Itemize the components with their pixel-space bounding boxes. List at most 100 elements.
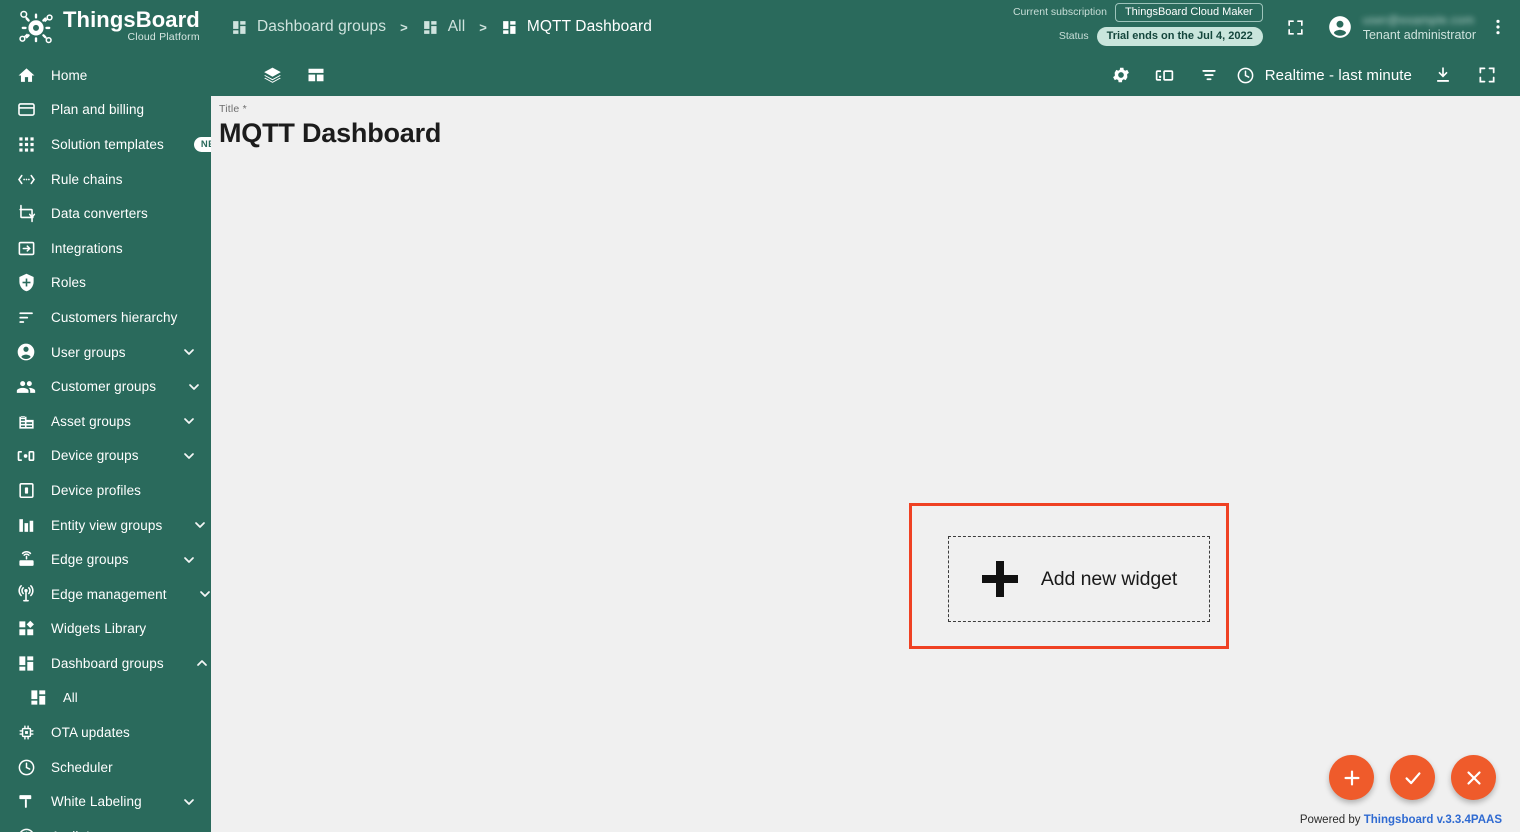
sidebar-item-integrations[interactable]: Integrations xyxy=(0,231,211,266)
breadcrumb: Dashboard groups > All > MQTT Dashboard xyxy=(231,18,652,36)
dashboard-toolbar: Realtime - last minute xyxy=(211,54,1520,96)
manage-states-icon[interactable] xyxy=(1148,58,1182,92)
sidebar-item-white-labeling[interactable]: White Labeling xyxy=(0,784,211,819)
sidebar-item-label: All xyxy=(63,690,78,706)
breadcrumb-label: All xyxy=(447,18,466,35)
chip-icon xyxy=(16,723,36,743)
breadcrumb-label: Dashboard groups xyxy=(257,18,387,35)
user-icon xyxy=(16,342,36,362)
sidebar-item-customers-hierarchy[interactable]: Customers hierarchy xyxy=(0,300,211,335)
dashboard-content: Title * MQTT Dashboard Add new widget Po… xyxy=(211,96,1520,832)
sidebar-item-roles[interactable]: Roles xyxy=(0,266,211,301)
apply-fab[interactable] xyxy=(1390,755,1435,800)
breadcrumb-separator: > xyxy=(479,19,487,35)
sidebar-item-ota-updates[interactable]: OTA updates xyxy=(0,715,211,750)
brand-subtitle: Cloud Platform xyxy=(127,31,200,44)
sidebar-item-device-profiles[interactable]: Device profiles xyxy=(0,473,211,508)
breadcrumb-item-all[interactable]: All xyxy=(422,18,466,36)
filters-icon[interactable] xyxy=(1192,58,1226,92)
sidebar-item-label: Roles xyxy=(51,275,87,291)
header-fullscreen-button[interactable] xyxy=(1281,12,1311,42)
sidebar: ThingsBoard Cloud Platform Home Plan and… xyxy=(0,0,211,832)
user-role: Tenant administrator xyxy=(1362,27,1476,42)
sidebar-item-label: Edge management xyxy=(51,586,167,602)
shield-icon xyxy=(16,273,36,293)
user-name: user@example.com xyxy=(1362,13,1475,28)
entity-view-icon xyxy=(16,515,36,535)
sidebar-item-entity-view-groups[interactable]: Entity view groups xyxy=(0,508,211,543)
breadcrumb-label: MQTT Dashboard xyxy=(526,18,653,35)
status-label: Status xyxy=(1058,30,1089,43)
footer: Powered by Thingsboard v.3.3.4PAAS xyxy=(1300,814,1502,826)
thingsboard-app: ThingsBoard Cloud Platform Home Plan and… xyxy=(0,0,1520,832)
sidebar-item-user-groups[interactable]: User groups xyxy=(0,335,211,370)
sidebar-item-label: Widgets Library xyxy=(51,621,147,637)
add-fab[interactable] xyxy=(1329,755,1374,800)
dashboard-title-field[interactable]: Title * MQTT Dashboard xyxy=(211,96,1520,149)
chevron-down-icon[interactable] xyxy=(181,344,197,360)
main-area: Dashboard groups > All > MQTT Dashboard … xyxy=(211,0,1520,832)
subscription-plan-badge: ThingsBoard Cloud Maker xyxy=(1114,3,1263,22)
router-icon xyxy=(16,550,36,570)
breadcrumb-item-dashboard-groups[interactable]: Dashboard groups xyxy=(231,18,386,36)
chevron-up-icon[interactable] xyxy=(194,655,210,671)
dashboard-layout-icon[interactable] xyxy=(299,58,333,92)
dashboard-fullscreen-button[interactable] xyxy=(1470,58,1504,92)
cancel-fab[interactable] xyxy=(1451,755,1496,800)
sidebar-item-edge-groups[interactable]: Edge groups xyxy=(0,542,211,577)
sidebar-item-label: Integrations xyxy=(51,240,123,256)
sidebar-item-plan-and-billing[interactable]: Plan and billing xyxy=(0,93,211,128)
timewindow-label: Realtime - last minute xyxy=(1264,66,1412,84)
chevron-down-icon[interactable] xyxy=(186,379,202,395)
antenna-icon xyxy=(16,584,36,604)
more-vert-icon[interactable] xyxy=(1488,17,1508,37)
chevron-down-icon[interactable] xyxy=(181,448,197,464)
settings-gear-icon[interactable] xyxy=(1104,58,1138,92)
widgets-icon xyxy=(16,619,36,639)
sidebar-item-rule-chains[interactable]: Rule chains xyxy=(0,162,211,197)
sidebar-item-dashboard-groups[interactable]: Dashboard groups xyxy=(0,646,211,681)
dashboard-icon xyxy=(231,19,248,36)
sidebar-item-edge-management[interactable]: Edge management xyxy=(0,577,211,612)
sidebar-item-label: Data converters xyxy=(51,206,148,222)
sidebar-item-customer-groups[interactable]: Customer groups xyxy=(0,369,211,404)
chevron-down-icon[interactable] xyxy=(181,413,197,429)
sidebar-item-scheduler[interactable]: Scheduler xyxy=(0,750,211,785)
status-badge: Trial ends on the Jul 4, 2022 xyxy=(1096,27,1263,46)
add-new-widget-button[interactable]: Add new widget xyxy=(948,536,1210,622)
add-widget-label: Add new widget xyxy=(1040,567,1178,590)
chevron-down-icon[interactable] xyxy=(181,794,197,810)
sidebar-item-device-groups[interactable]: Device groups xyxy=(0,439,211,474)
dashboard-icon xyxy=(28,688,48,708)
home-icon xyxy=(16,65,36,85)
brand-logo[interactable]: ThingsBoard Cloud Platform xyxy=(0,0,211,54)
sidebar-item-label: Dashboard groups xyxy=(51,655,164,671)
sidebar-item-label: Home xyxy=(51,67,88,83)
chevron-down-icon[interactable] xyxy=(192,517,208,533)
download-icon[interactable] xyxy=(1426,58,1460,92)
chevron-down-icon[interactable] xyxy=(181,552,197,568)
hierarchy-icon xyxy=(16,307,36,327)
building-icon xyxy=(16,411,36,431)
sidebar-item-widgets-library[interactable]: Widgets Library xyxy=(0,612,211,647)
sidebar-item-data-converters[interactable]: Data converters xyxy=(0,196,211,231)
layers-icon[interactable] xyxy=(255,58,289,92)
sidebar-item-asset-groups[interactable]: Asset groups xyxy=(0,404,211,439)
audit-icon xyxy=(16,826,36,832)
top-header: Dashboard groups > All > MQTT Dashboard … xyxy=(211,0,1520,54)
sidebar-item-all[interactable]: All xyxy=(0,681,211,716)
footer-version-link[interactable]: Thingsboard v.3.3.4PAAS xyxy=(1364,814,1502,826)
integrations-icon xyxy=(16,238,36,258)
chevron-down-icon[interactable] xyxy=(197,586,211,602)
sidebar-item-label: User groups xyxy=(51,344,126,360)
user-menu[interactable]: user@example.com Tenant administrator xyxy=(1327,11,1476,42)
sidebar-item-solution-templates[interactable]: Solution templates NEW xyxy=(0,127,211,162)
footer-prefix: Powered by xyxy=(1299,814,1364,826)
sidebar-item-audit-logs[interactable]: Audit Logs xyxy=(0,819,211,832)
clock-icon xyxy=(16,757,36,777)
sidebar-item-home[interactable]: Home xyxy=(0,58,211,93)
breadcrumb-item-mqtt-dashboard[interactable]: MQTT Dashboard xyxy=(501,18,652,36)
dashboard-title-input[interactable]: MQTT Dashboard xyxy=(219,118,1520,149)
plus-icon xyxy=(981,560,1019,598)
timewindow-button[interactable]: Realtime - last minute xyxy=(1236,58,1412,92)
